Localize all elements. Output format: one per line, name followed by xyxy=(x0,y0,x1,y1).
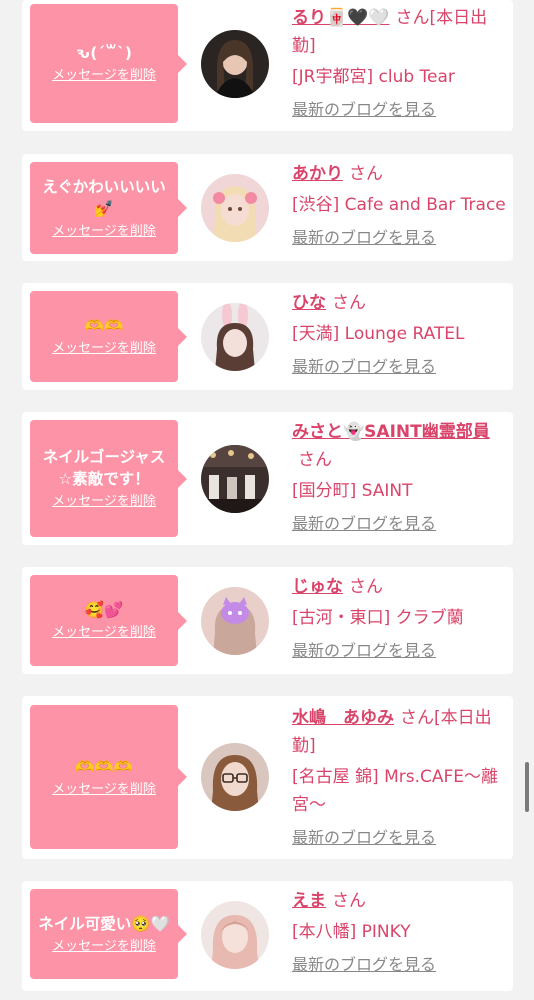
cast-info: えま さん [本八幡] PINKY 最新のブログを見る xyxy=(292,887,506,976)
list-item: 🫶🫶🫶 メッセージを削除 水嶋 あゆみ さん[本日出勤] [名古屋 錦] Mrs.… xyxy=(22,696,513,859)
message-list: ԅ(ˊ꒳ˋ) メッセージを削除 るり🀄️🖤🤍 さん[本日出勤] [JR宇都宮] c… xyxy=(0,0,534,1000)
message-bubble: ネイル可愛い🥺🤍 メッセージを削除 xyxy=(30,889,187,979)
delete-message-link[interactable]: メッセージを削除 xyxy=(52,223,156,241)
cast-name-link[interactable]: みさと👻SAINT幽霊部員 xyxy=(292,422,490,442)
message-text: ԅ(ˊ꒳ˋ) xyxy=(75,44,133,62)
avatar[interactable] xyxy=(201,174,269,242)
message-text: 🫶🫶🫶 xyxy=(75,757,133,776)
list-item: えぐかわいいいい💅 メッセージを削除 あかり さん [渋谷] Cafe and B… xyxy=(22,154,513,261)
latest-blog-link[interactable]: 最新のブログを見る xyxy=(292,827,436,849)
delete-message-link[interactable]: メッセージを削除 xyxy=(52,781,156,799)
avatar[interactable] xyxy=(201,901,269,969)
honorific-status: さん xyxy=(298,450,332,470)
cast-info: じゅな さん [古河・東口] クラブ蘭 最新のブログを見る xyxy=(292,573,506,662)
honorific-status: さん xyxy=(349,164,383,184)
honorific-status: さん xyxy=(332,891,366,911)
message-text: ネイル可愛い🥺🤍 xyxy=(38,914,170,933)
shop-label: [名古屋 錦] Mrs.CAFE〜離宮〜 xyxy=(292,767,499,815)
delete-message-link[interactable]: メッセージを削除 xyxy=(52,938,156,956)
avatar[interactable] xyxy=(201,445,269,513)
message-bubble: 🫶🫶 メッセージを削除 xyxy=(30,291,187,382)
list-item: 🥰💕 メッセージを削除 じゅな さん [古河・東口] クラブ蘭 最新のブログを見る xyxy=(22,567,513,674)
latest-blog-link[interactable]: 最新のブログを見る xyxy=(292,356,436,378)
cast-name-link[interactable]: えま xyxy=(292,891,326,911)
message-text: ネイルゴージャス☆素敵です！ xyxy=(42,448,166,488)
shop-label: [本八幡] PINKY xyxy=(292,922,411,942)
delete-message-link[interactable]: メッセージを削除 xyxy=(52,67,156,85)
list-item: 🫶🫶 メッセージを削除 ひな さん [天満] Lounge RATEL 最新のブロ… xyxy=(22,283,513,390)
latest-blog-link[interactable]: 最新のブログを見る xyxy=(292,227,436,249)
message-text: えぐかわいいいい💅 xyxy=(42,177,166,218)
honorific-status: さん xyxy=(349,577,383,597)
cast-name-link[interactable]: るり🀄️🖤🤍 xyxy=(292,8,390,28)
shop-label: [渋谷] Cafe and Bar Trace xyxy=(292,195,506,215)
avatar[interactable] xyxy=(201,303,269,371)
cast-info: るり🀄️🖤🤍 さん[本日出勤] [JR宇都宮] club Tear 最新のブログを… xyxy=(292,4,506,121)
honorific-status: さん xyxy=(332,293,366,313)
cast-name-link[interactable]: じゅな xyxy=(292,577,343,597)
message-bubble: ԅ(ˊ꒳ˋ) メッセージを削除 xyxy=(30,4,187,123)
delete-message-link[interactable]: メッセージを削除 xyxy=(52,493,156,511)
cast-name-link[interactable]: ひな xyxy=(292,293,326,313)
latest-blog-link[interactable]: 最新のブログを見る xyxy=(292,99,436,121)
message-bubble: えぐかわいいいい💅 メッセージを削除 xyxy=(30,162,187,254)
list-item: ネイルゴージャス☆素敵です！ メッセージを削除 みさと👻SAINT幽霊部員さん … xyxy=(22,412,513,545)
cast-info: みさと👻SAINT幽霊部員さん [国分町] SAINT 最新のブログを見る xyxy=(292,418,506,535)
message-text: 🫶🫶 xyxy=(84,317,124,335)
avatar[interactable] xyxy=(201,743,269,811)
message-text: 🥰💕 xyxy=(84,601,124,619)
shop-label: [JR宇都宮] club Tear xyxy=(292,67,455,87)
message-bubble: ネイルゴージャス☆素敵です！ メッセージを削除 xyxy=(30,420,187,537)
avatar[interactable] xyxy=(201,30,269,98)
scrollbar[interactable] xyxy=(525,762,529,812)
latest-blog-link[interactable]: 最新のブログを見る xyxy=(292,640,436,662)
delete-message-link[interactable]: メッセージを削除 xyxy=(52,340,156,358)
message-bubble: 🫶🫶🫶 メッセージを削除 xyxy=(30,705,187,849)
shop-label: [天満] Lounge RATEL xyxy=(292,324,465,344)
cast-info: あかり さん [渋谷] Cafe and Bar Trace 最新のブログを見る xyxy=(292,160,506,249)
list-item: ネイル可愛い🥺🤍 メッセージを削除 えま さん [本八幡] PINKY 最新のブロ… xyxy=(22,881,513,991)
avatar[interactable] xyxy=(201,587,269,655)
cast-info: 水嶋 あゆみ さん[本日出勤] [名古屋 錦] Mrs.CAFE〜離宮〜 最新のブ… xyxy=(292,704,506,849)
list-item: ԅ(ˊ꒳ˋ) メッセージを削除 るり🀄️🖤🤍 さん[本日出勤] [JR宇都宮] c… xyxy=(22,0,513,131)
cast-info: ひな さん [天満] Lounge RATEL 最新のブログを見る xyxy=(292,289,506,378)
message-bubble: 🥰💕 メッセージを削除 xyxy=(30,575,187,666)
latest-blog-link[interactable]: 最新のブログを見る xyxy=(292,954,436,976)
shop-label: [古河・東口] クラブ蘭 xyxy=(292,608,464,628)
latest-blog-link[interactable]: 最新のブログを見る xyxy=(292,513,436,535)
delete-message-link[interactable]: メッセージを削除 xyxy=(52,624,156,642)
cast-name-link[interactable]: 水嶋 あゆみ xyxy=(292,708,394,728)
shop-label: [国分町] SAINT xyxy=(292,481,413,501)
cast-name-link[interactable]: あかり xyxy=(292,164,343,184)
